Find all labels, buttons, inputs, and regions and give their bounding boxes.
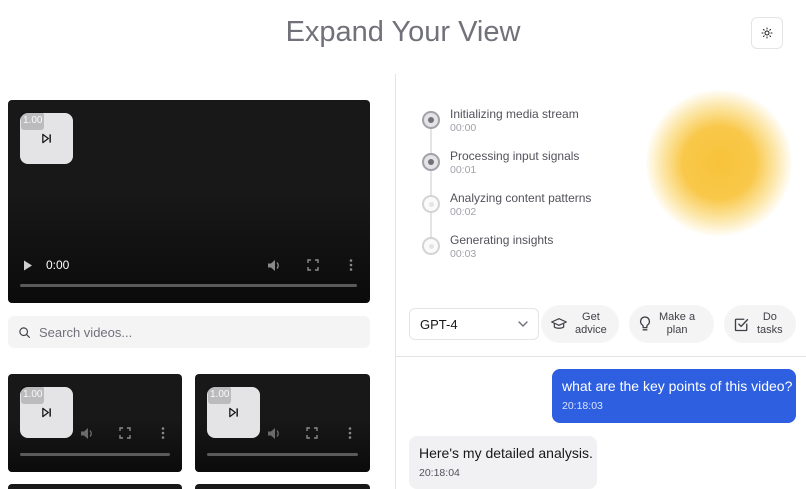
more-options-button[interactable]	[155, 425, 171, 441]
mute-button[interactable]	[265, 425, 283, 441]
sun-orb-visual	[646, 90, 792, 236]
graduation-cap-icon	[551, 318, 567, 329]
action-label: tasks	[757, 324, 783, 336]
thumbnail-video[interactable]	[8, 484, 182, 489]
more-vertical-icon	[161, 427, 165, 439]
step-pending-icon	[422, 195, 440, 213]
page: Expand Your View 1.00 0:00 Search videos…	[0, 0, 806, 489]
fullscreen-icon	[306, 427, 318, 439]
main-video-player[interactable]: 1.00 0:00	[8, 100, 370, 303]
action-label: plan	[666, 324, 688, 336]
thumbnail-video[interactable]	[195, 484, 370, 489]
fullscreen-button[interactable]	[304, 257, 322, 273]
mute-button[interactable]	[265, 257, 283, 273]
current-time: 0:00	[46, 258, 70, 272]
action-label: advice	[575, 324, 607, 336]
playback-speed[interactable]: 1.00	[21, 386, 45, 404]
more-options-button[interactable]	[342, 425, 358, 441]
step-done-icon	[422, 111, 440, 129]
checkbox-icon	[734, 318, 749, 331]
more-vertical-icon	[348, 427, 352, 439]
vertical-divider	[395, 74, 396, 489]
message-text: Here's my detailed analysis.	[419, 445, 593, 461]
search-icon	[19, 326, 30, 338]
timeline-step: Initializing media stream 00:00	[420, 105, 640, 139]
message-text: what are the key points of this video?	[562, 378, 793, 394]
thumbnail-video[interactable]: 1.00	[195, 374, 370, 472]
fullscreen-icon	[119, 427, 131, 439]
message-timestamp: 20:18:03	[562, 400, 603, 412]
message-timestamp: 20:18:04	[419, 467, 460, 479]
play-button[interactable]	[20, 257, 36, 273]
fullscreen-icon	[307, 259, 319, 271]
fullscreen-button[interactable]	[303, 425, 321, 441]
assistant-message: Here's my detailed analysis. 20:18:04	[409, 436, 597, 489]
sun-icon	[761, 27, 773, 39]
page-title: Expand Your View	[285, 16, 521, 48]
mute-button[interactable]	[78, 425, 96, 441]
chevron-down-icon	[518, 321, 528, 327]
timeline-line	[430, 123, 432, 245]
volume-icon	[81, 427, 92, 439]
more-options-button[interactable]	[343, 257, 359, 273]
do-tasks-button[interactable]: Do tasks	[724, 305, 796, 343]
timeline-step: Generating insights 00:03	[420, 231, 640, 265]
step-time: 00:03	[450, 248, 477, 260]
fullscreen-button[interactable]	[116, 425, 134, 441]
step-time: 00:00	[450, 122, 477, 134]
get-advice-button[interactable]: Get advice	[541, 305, 619, 343]
action-label: Do	[762, 311, 777, 323]
step-label: Initializing media stream	[450, 107, 579, 121]
video-search[interactable]	[8, 316, 370, 348]
horizontal-divider	[396, 356, 806, 357]
action-label: Make a	[659, 311, 696, 323]
skip-forward-icon	[229, 407, 238, 418]
more-vertical-icon	[349, 259, 353, 271]
step-label: Processing input signals	[450, 149, 580, 163]
playback-speed[interactable]: 1.00	[208, 386, 232, 404]
user-message: what are the key points of this video? 2…	[552, 369, 796, 423]
search-input[interactable]	[39, 324, 339, 340]
model-select-value: GPT-4	[420, 316, 458, 332]
timeline-step: Processing input signals 00:01	[420, 147, 640, 181]
progress-track[interactable]	[20, 284, 357, 287]
skip-forward-icon	[42, 407, 51, 418]
step-done-icon	[422, 153, 440, 171]
skip-forward-icon	[42, 133, 51, 144]
make-a-plan-button[interactable]: Make a plan	[629, 305, 714, 343]
theme-toggle-button[interactable]	[751, 17, 783, 49]
step-time: 00:02	[450, 206, 477, 218]
timeline-step: Analyzing content patterns 00:02	[420, 189, 640, 223]
playback-speed[interactable]: 1.00	[21, 112, 45, 130]
step-time: 00:01	[450, 164, 477, 176]
volume-icon	[268, 427, 279, 439]
action-label: Get	[582, 311, 600, 323]
thumbnail-video[interactable]: 1.00	[8, 374, 182, 472]
model-select[interactable]: GPT-4	[409, 308, 539, 340]
play-icon	[24, 260, 32, 270]
progress-track[interactable]	[20, 453, 170, 456]
progress-track[interactable]	[207, 453, 358, 456]
volume-icon	[268, 259, 279, 271]
lightbulb-icon	[639, 316, 651, 331]
step-pending-icon	[422, 237, 440, 255]
step-label: Generating insights	[450, 233, 554, 247]
step-label: Analyzing content patterns	[450, 191, 592, 205]
